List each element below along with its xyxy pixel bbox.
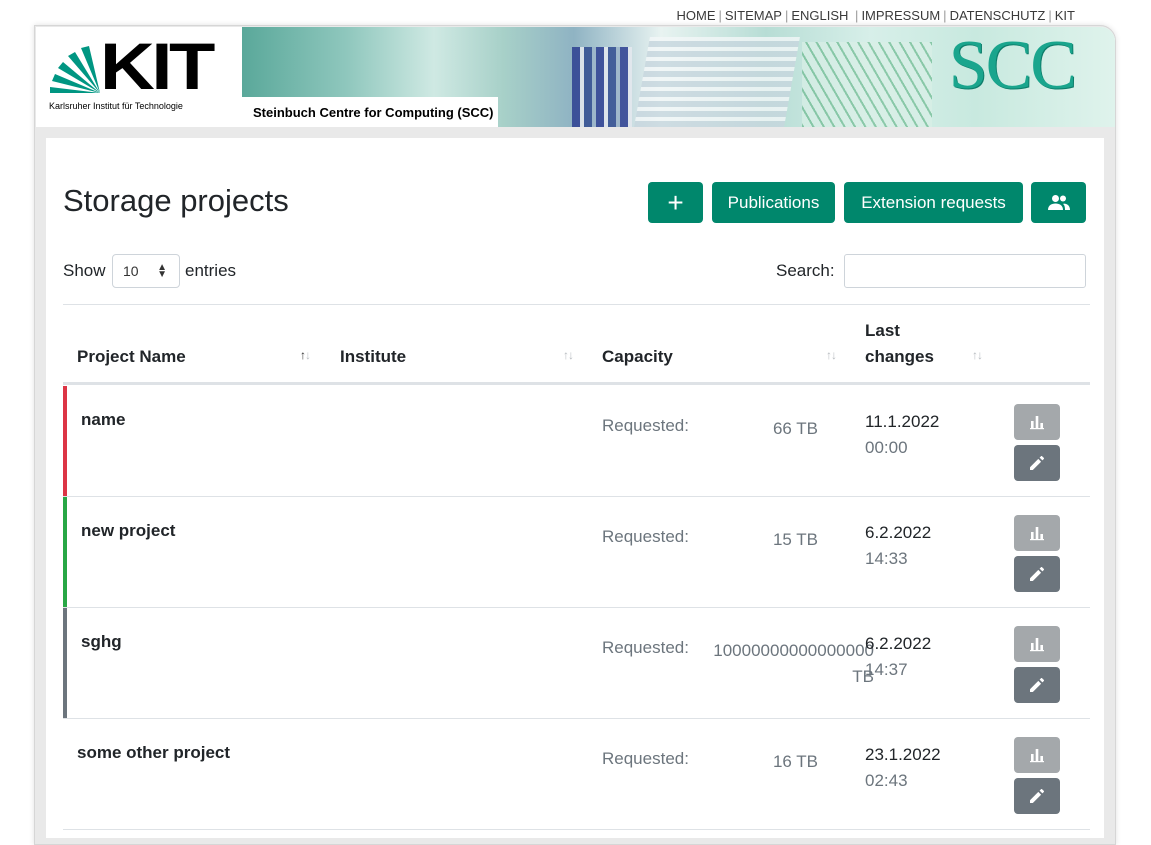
sort-icon[interactable]: ↑↓: [972, 348, 983, 362]
sort-icon[interactable]: ↑↓: [826, 348, 837, 362]
publications-button[interactable]: Publications: [712, 182, 835, 223]
plus-icon: +: [667, 186, 684, 218]
column-header-project-name[interactable]: Project Name: [77, 344, 186, 370]
edit-button[interactable]: [1014, 556, 1060, 592]
search-label: Search:: [776, 261, 835, 280]
last-change: 23.1.2022 02:43: [865, 742, 941, 794]
last-change-date: 6.2.2022: [865, 634, 932, 653]
top-links: HOME | SITEMAP | ENGLISH | IMPRESSUM | DATENSCH…: [676, 8, 1075, 23]
search-input[interactable]: [844, 254, 1086, 288]
link-english[interactable]: ENGLISH: [791, 8, 848, 23]
pencil-icon: [1030, 566, 1045, 581]
table-row[interactable]: some other project Requested: 16 TB 23.1…: [63, 719, 1090, 830]
capacity-value: 66 TB: [772, 419, 818, 438]
table-row[interactable]: name Requested: 66 TB 11.1.2022 00:00: [63, 386, 1090, 497]
bar-chart-icon: [1030, 749, 1044, 763]
kit-logo[interactable]: KIT Karlsruher Institut für Technologie: [36, 27, 242, 127]
kit-logo-text: KIT: [100, 29, 215, 103]
capacity-value: 15 TB: [772, 530, 818, 549]
column-header-last-changes-line2: changes: [865, 347, 934, 366]
link-kit[interactable]: KIT: [1055, 8, 1075, 23]
table-row[interactable]: sghg Requested: 10000000000000000 TB 6.2…: [63, 608, 1090, 719]
select-caret-icon: ▲ ▼: [157, 262, 167, 280]
pencil-icon: [1030, 455, 1045, 470]
page-title: Storage projects: [63, 183, 289, 218]
last-change: 6.2.2022 14:37: [865, 631, 931, 683]
add-project-button[interactable]: +: [648, 182, 703, 223]
status-bar: [63, 497, 67, 607]
kit-logo-subtitle: Karlsruher Institut für Technologie: [49, 101, 183, 111]
link-datenschutz[interactable]: DATENSCHUTZ: [950, 8, 1046, 23]
status-bar: [63, 386, 67, 496]
project-name: sghg: [81, 632, 122, 651]
edit-button[interactable]: [1014, 667, 1060, 703]
capacity-value: 16 TB: [772, 752, 818, 771]
bar-chart-icon: [1030, 416, 1044, 430]
scc-logo[interactable]: SCC: [949, 31, 1077, 101]
kit-fan-icon: [50, 46, 100, 93]
last-change: 6.2.2022 14:33: [865, 520, 931, 572]
column-header-last-changes[interactable]: Last changes: [865, 318, 934, 370]
project-name: new project: [81, 521, 176, 540]
last-change-date: 6.2.2022: [865, 523, 932, 542]
link-sitemap[interactable]: SITEMAP: [725, 8, 782, 23]
banner-label[interactable]: Steinbuch Centre for Computing (SCC): [242, 97, 498, 127]
status-bar: [63, 608, 67, 718]
link-impressum[interactable]: IMPRESSUM: [861, 8, 940, 23]
pencil-icon: [1030, 788, 1045, 803]
page-size-value: 10: [123, 263, 139, 279]
sort-icon[interactable]: ↑↓: [563, 348, 574, 362]
link-home[interactable]: HOME: [676, 8, 715, 23]
project-name: name: [81, 410, 126, 429]
statistics-button[interactable]: [1014, 404, 1060, 440]
project-name: some other project: [77, 743, 231, 762]
entries-label: entries: [185, 261, 237, 280]
show-label: Show: [63, 261, 106, 280]
bar-chart-icon: [1030, 638, 1044, 652]
capacity-label: Requested:: [602, 638, 689, 657]
group-icon: [1047, 194, 1070, 210]
column-header-capacity[interactable]: Capacity: [602, 344, 673, 370]
header-divider: [63, 382, 1090, 385]
statistics-button[interactable]: [1014, 626, 1060, 662]
last-change-date: 23.1.2022: [865, 745, 941, 764]
divider: [63, 304, 1090, 305]
extension-requests-button[interactable]: Extension requests: [844, 182, 1023, 223]
last-change-time: 00:00: [865, 438, 908, 457]
column-header-last-changes-line1: Last: [865, 321, 900, 340]
table-row[interactable]: new project Requested: 15 TB 6.2.2022 14:…: [63, 497, 1090, 608]
last-change-time: 02:43: [865, 771, 908, 790]
last-change-time: 14:37: [865, 660, 908, 679]
statistics-button[interactable]: [1014, 515, 1060, 551]
last-change-date: 11.1.2022: [865, 412, 940, 431]
groups-button[interactable]: [1031, 182, 1086, 223]
last-change: 11.1.2022 00:00: [865, 409, 939, 461]
column-header-institute[interactable]: Institute: [340, 344, 406, 370]
pencil-icon: [1030, 677, 1045, 692]
page-size-select[interactable]: 10 ▲ ▼: [112, 254, 180, 288]
capacity-value: 10000000000000000 TB: [713, 641, 874, 686]
sort-icon[interactable]: ↑↓: [300, 348, 311, 362]
edit-button[interactable]: [1014, 778, 1060, 814]
edit-button[interactable]: [1014, 445, 1060, 481]
bar-chart-icon: [1030, 527, 1044, 541]
site-header: SCC KIT Karlsruher Institut für Technolo…: [36, 27, 1115, 127]
last-change-time: 14:33: [865, 549, 908, 568]
statistics-button[interactable]: [1014, 737, 1060, 773]
